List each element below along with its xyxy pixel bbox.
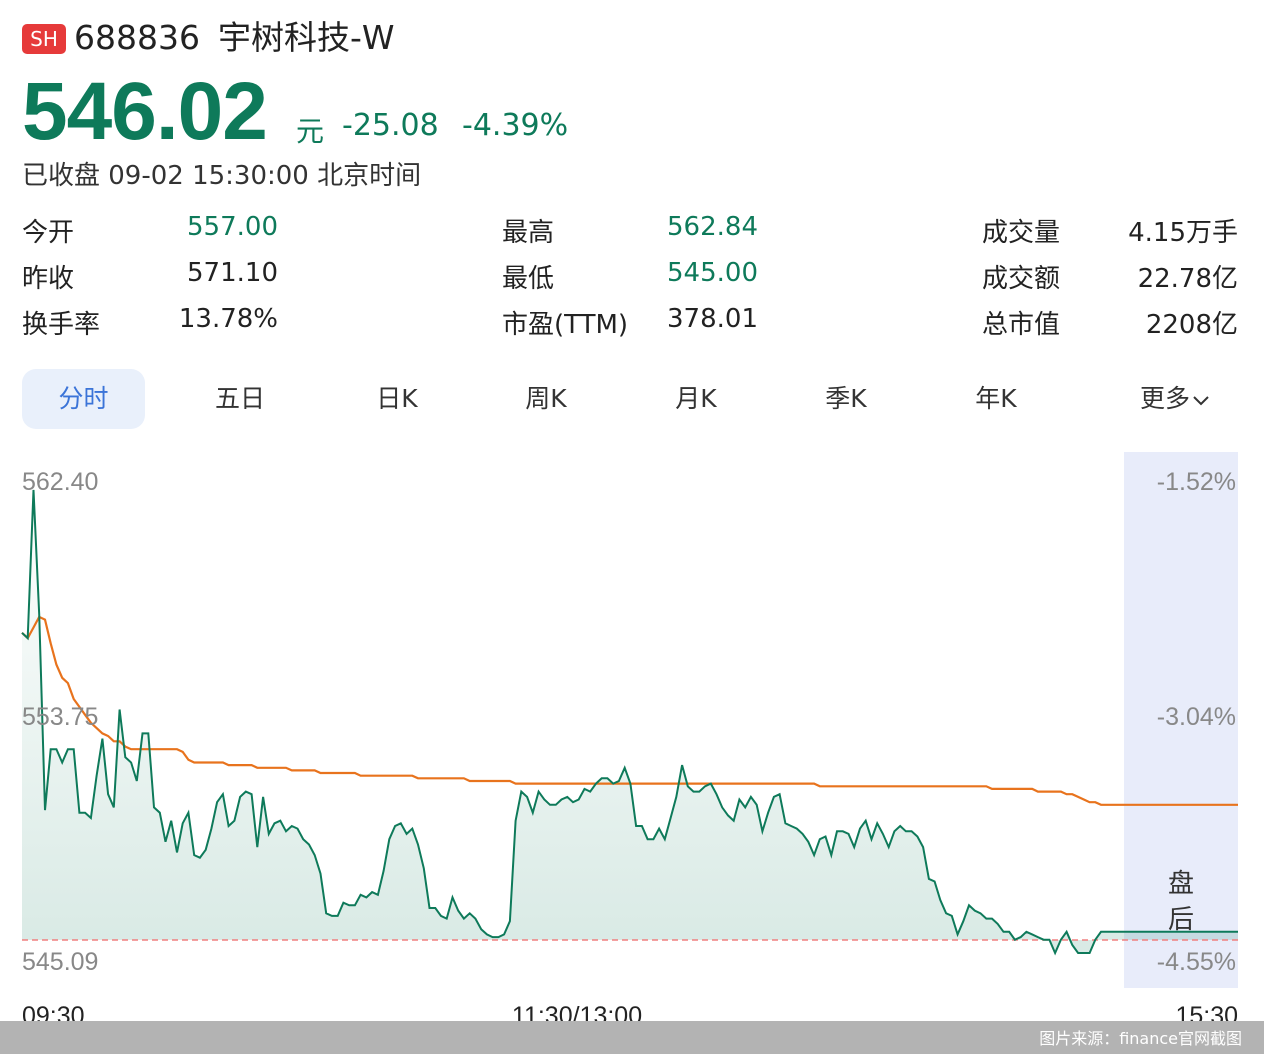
low-value: 545.00 [667,258,758,288]
tab-daily-k[interactable]: 日K [347,369,447,429]
y-tick-right-bottom: -4.55% [1157,948,1236,976]
exchange-badge: SH [22,24,66,54]
y-tick-left-mid: 553.75 [22,703,98,731]
price-change-percent: -4.39% [462,108,569,143]
image-credit: 图片来源：finance官网截图 [0,1021,1264,1054]
tab-quarterly-k[interactable]: 季K [796,369,896,429]
tab-intraday[interactable]: 分时 [22,369,145,429]
amount-value: 22.78亿 [1137,264,1238,294]
high-label: 最高 [502,218,555,248]
turnover-rate-label: 换手率 [22,310,101,340]
y-tick-right-top: -1.52% [1157,468,1236,496]
prev-close-label: 昨收 [22,264,75,294]
tab-more[interactable]: 更多 [1112,369,1238,429]
amount-label: 成交额 [982,264,1061,294]
tab-yearly-k[interactable]: 年K [946,369,1046,429]
tab-more-label: 更多 [1139,384,1190,413]
volume-value: 4.15万手 [1128,218,1238,248]
period-tabs: 分时 五日 日K 周K 月K 季K 年K 更多 [22,369,1238,429]
intraday-chart[interactable]: 562.40 553.75 545.09 -1.52% -3.04% -4.55… [0,440,1264,1030]
average-price-line [21,615,1238,806]
low-label: 最低 [502,264,555,294]
prev-close-value: 571.10 [187,258,278,288]
price-unit: 元 [296,115,325,148]
after-hours-label-char-2: 后 [1168,905,1194,935]
market-cap-label: 总市值 [982,310,1061,340]
tab-weekly-k[interactable]: 周K [496,369,596,429]
current-price: 546.02 [22,66,268,157]
y-tick-left-top: 562.40 [22,468,98,496]
price-change: -25.08 [342,108,439,143]
y-tick-right-mid: -3.04% [1157,703,1236,731]
after-hours-label-char-1: 盘 [1168,869,1194,899]
market-cap-value: 2208亿 [1145,310,1238,340]
tab-monthly-k[interactable]: 月K [646,369,746,429]
stock-name: 宇树科技-W [218,18,395,57]
open-value: 557.00 [187,212,278,242]
high-value: 562.84 [667,212,758,242]
volume-label: 成交量 [982,218,1061,248]
chevron-down-icon [1190,384,1210,413]
open-label: 今开 [22,218,75,248]
stock-code: 688836 [74,18,200,57]
turnover-rate-value: 13.78% [178,304,278,334]
pe-value: 378.01 [667,304,758,334]
pe-label: 市盈(TTM) [502,310,629,340]
tab-5day[interactable]: 五日 [190,369,290,429]
price-area-fill [22,489,1238,953]
y-tick-left-bottom: 545.09 [22,948,98,976]
market-status: 已收盘 09-02 15:30:00 北京时间 [22,161,422,191]
